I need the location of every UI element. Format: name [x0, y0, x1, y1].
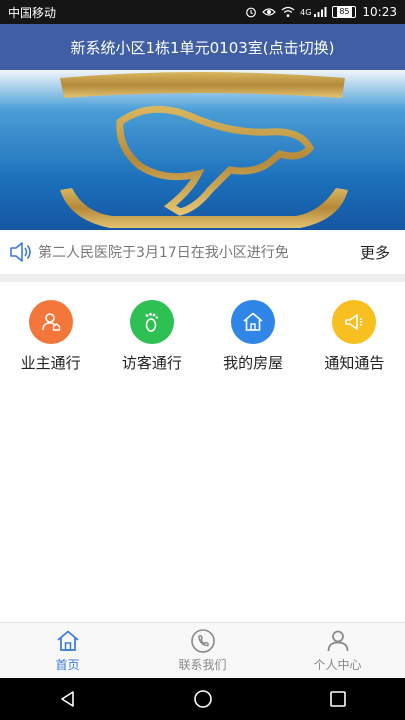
network-label: 4G: [300, 7, 312, 17]
megaphone-icon: [332, 300, 377, 344]
header-title: 新系统小区1栋1单元0103室(点击切换): [70, 38, 335, 57]
back-button[interactable]: [48, 679, 88, 719]
tab-contact-us-label: 联系我们: [178, 658, 227, 672]
alarm-icon: [246, 7, 257, 18]
notices-button[interactable]: 通知通告: [309, 300, 399, 380]
more-button[interactable]: 更多: [345, 242, 405, 263]
tab-profile-label: 个人中心: [313, 658, 362, 672]
function-grid: 业主通行 访客通行 我的房屋 通知通告: [0, 300, 405, 380]
notices-label: 通知通告: [324, 354, 385, 372]
wifi-icon: [281, 6, 295, 17]
recents-button[interactable]: [318, 679, 358, 719]
tab-contact-us[interactable]: 联系我们: [148, 628, 258, 673]
tab-home[interactable]: 首页: [13, 628, 123, 673]
owner-access-button[interactable]: 业主通行: [6, 300, 96, 380]
home-icon: [56, 630, 79, 651]
notice-bar[interactable]: 第二人民医院于3月17日在我小区进行免 更多: [0, 230, 405, 274]
signal-icon: [314, 7, 327, 17]
battery-level: 85: [337, 7, 352, 17]
status-icons: 4G 85: [245, 6, 357, 18]
phone-icon: [190, 629, 215, 653]
tab-home-label: 首页: [55, 658, 80, 672]
carrier-label: 中国移动: [8, 5, 57, 20]
speaker-icon: [10, 242, 31, 262]
house-icon: [231, 300, 276, 344]
banner[interactable]: [0, 70, 405, 230]
owner-icon: [28, 300, 73, 344]
home-button[interactable]: [183, 679, 223, 719]
visitor-access-label: 访客通行: [121, 354, 182, 372]
battery-icon: 85: [332, 6, 357, 18]
status-bar: 中国移动 4G 85 10:23: [0, 0, 405, 24]
user-icon: [327, 630, 348, 652]
my-house-label: 我的房屋: [223, 354, 284, 372]
visitor-access-button[interactable]: 访客通行: [107, 300, 197, 380]
community-switch-header[interactable]: 新系统小区1栋1单元0103室(点击切换): [0, 24, 405, 70]
recents-icon: [329, 691, 346, 707]
status-right: 4G 85 10:23: [245, 5, 397, 19]
home-circle-icon: [193, 690, 212, 708]
clock: 10:23: [362, 5, 397, 19]
eye-icon: [262, 8, 276, 16]
my-house-button[interactable]: 我的房屋: [208, 300, 298, 380]
banner-image: [0, 70, 405, 230]
notice-text[interactable]: 第二人民医院于3月17日在我小区进行免: [38, 242, 345, 262]
owner-access-label: 业主通行: [20, 354, 81, 372]
footprint-icon: [129, 300, 174, 344]
divider: [0, 274, 405, 282]
bottom-tab-bar: 首页 联系我们 个人中心: [0, 622, 405, 678]
system-nav-bar: [0, 678, 405, 720]
tab-profile[interactable]: 个人中心: [283, 628, 393, 673]
back-icon: [60, 691, 74, 707]
